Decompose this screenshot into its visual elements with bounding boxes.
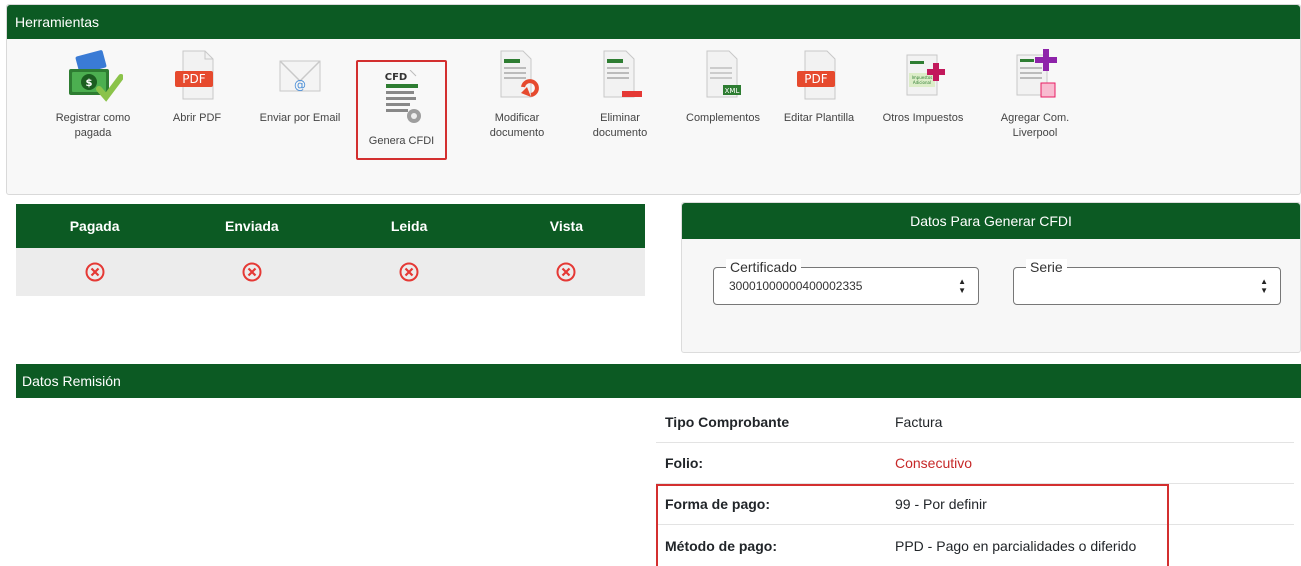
table-row: Folio: Consecutivo xyxy=(656,443,1294,484)
serie-select[interactable]: Serie ▲ ▼ xyxy=(1013,259,1281,305)
liverpool-add-icon xyxy=(1016,49,1057,98)
serie-label: Serie xyxy=(1026,259,1067,275)
row-label: Método de pago: xyxy=(665,537,777,554)
status-header-vista: Vista xyxy=(549,218,583,234)
send-email-button[interactable]: @ Enviar por Email xyxy=(252,47,348,126)
status-cell xyxy=(331,248,488,296)
tax-add-icon: Impuestos Adicional xyxy=(906,54,945,96)
row-value: PPD - Pago en parcialidades o diferido xyxy=(895,537,1137,554)
delete-document-icon xyxy=(603,50,642,98)
tool-label: Complementos xyxy=(686,112,760,124)
status-x-icon xyxy=(556,262,576,282)
edit-document-icon xyxy=(500,50,539,98)
tool-label: Eliminar documento xyxy=(592,112,648,139)
status-value-row xyxy=(16,248,645,296)
other-taxes-button[interactable]: Impuestos Adicional Otros Impuestos xyxy=(875,47,971,126)
svg-text:Adicional: Adicional xyxy=(913,80,931,85)
xml-file-icon: XML xyxy=(706,50,741,98)
cfdi-document-icon: CFD xyxy=(384,70,421,123)
cfdi-panel: Datos Para Generar CFDI Certificado 3000… xyxy=(681,202,1301,353)
generate-cfdi-button[interactable]: CFD Genera CFDI xyxy=(356,60,447,160)
status-x-icon xyxy=(399,262,419,282)
pdf-text: PDF xyxy=(182,72,205,86)
tool-label: Abrir PDF xyxy=(172,112,222,124)
table-row: Método de pago: PPD - Pago en parcialida… xyxy=(656,525,1294,566)
tools-panel: Herramientas $ Registrar como pagada PDF… xyxy=(6,4,1301,195)
edit-template-button[interactable]: PDF Editar Plantilla xyxy=(771,47,867,126)
pdf-text: PDF xyxy=(804,72,827,86)
open-pdf-button[interactable]: PDF Abrir PDF xyxy=(149,47,245,126)
table-row: Forma de pago: 99 - Por definir xyxy=(656,484,1294,525)
status-table: Pagada Enviada Leida Vista xyxy=(16,204,645,296)
table-row: Tipo Comprobante Factura xyxy=(656,402,1294,443)
status-cell xyxy=(173,248,330,296)
row-value: Factura xyxy=(895,414,943,430)
remision-table: Tipo Comprobante Factura Folio: Consecut… xyxy=(656,402,1294,566)
row-value: Consecutivo xyxy=(895,455,973,471)
status-cell xyxy=(488,248,645,296)
tool-label: Genera CFDI xyxy=(368,135,435,147)
complements-button[interactable]: XML Complementos xyxy=(675,47,771,126)
tool-label: Enviar por Email xyxy=(259,112,341,124)
tool-label: Modificar documento xyxy=(489,112,545,139)
cfd-text: CFD xyxy=(384,72,406,83)
certificado-select[interactable]: Certificado 30001000000400002335 ▲ ▼ xyxy=(713,259,979,305)
delete-document-button[interactable]: Eliminar documento xyxy=(572,47,668,141)
certificado-label: Certificado xyxy=(726,259,801,275)
tool-label: Agregar Com. Liverpool xyxy=(1000,112,1070,139)
row-label: Folio: xyxy=(665,455,704,471)
status-cell xyxy=(16,248,173,296)
select-arrows-icon: ▲ ▼ xyxy=(1260,277,1268,295)
status-header-row: Pagada Enviada Leida Vista xyxy=(16,204,645,248)
status-header-enviada: Enviada xyxy=(225,218,279,234)
certificado-value: 30001000000400002335 xyxy=(729,279,863,293)
svg-text:@: @ xyxy=(294,78,306,92)
add-liverpool-button[interactable]: Agregar Com. Liverpool xyxy=(987,47,1083,141)
pdf-file-icon: PDF xyxy=(175,50,214,100)
pdf-template-icon: PDF xyxy=(797,50,836,100)
cfdi-panel-title: Datos Para Generar CFDI xyxy=(682,203,1300,239)
row-label: Forma de pago: xyxy=(665,496,771,512)
status-x-icon xyxy=(242,262,262,282)
xml-text: XML xyxy=(725,87,740,95)
tool-label: Registrar como pagada xyxy=(55,112,131,139)
svg-text:$: $ xyxy=(86,78,93,89)
status-header-leida: Leida xyxy=(390,218,428,234)
select-arrows-icon: ▲ ▼ xyxy=(958,277,966,295)
remision-header: Datos Remisión xyxy=(16,364,1301,398)
tool-label: Otros Impuestos xyxy=(882,112,964,124)
money-check-icon: $ xyxy=(69,50,123,102)
register-paid-button[interactable]: $ Registrar como pagada xyxy=(45,47,141,141)
row-label: Tipo Comprobante xyxy=(665,414,790,430)
tools-header: Herramientas xyxy=(7,5,1300,39)
row-value: 99 - Por definir xyxy=(895,496,987,512)
email-envelope-icon: @ xyxy=(279,60,321,92)
status-header-pagada: Pagada xyxy=(69,218,120,234)
modify-document-button[interactable]: Modificar documento xyxy=(469,47,565,141)
tool-label: Editar Plantilla xyxy=(783,112,855,124)
status-x-icon xyxy=(85,262,105,282)
